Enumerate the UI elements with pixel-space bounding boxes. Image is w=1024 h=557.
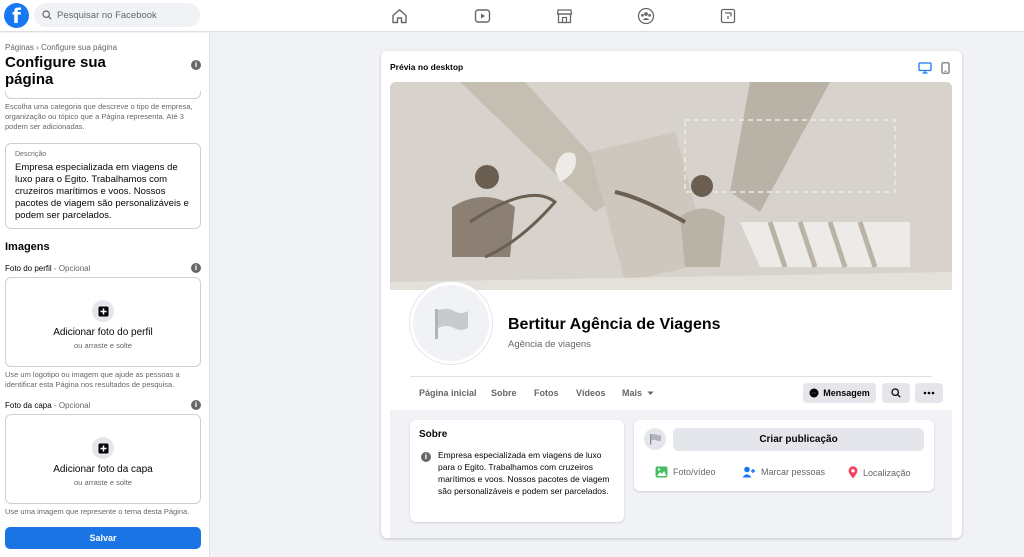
search-icon — [891, 388, 901, 398]
profile-photo-helper: Use um logotipo ou imagem que ajude as p… — [5, 370, 180, 389]
divider — [410, 376, 932, 377]
cover-illustration — [390, 82, 952, 290]
groups-icon[interactable] — [636, 6, 656, 26]
description-field[interactable]: Descrição Empresa especializada em viage… — [5, 143, 201, 229]
gaming-icon[interactable] — [718, 6, 738, 26]
category-input[interactable] — [5, 91, 201, 99]
search-box[interactable] — [34, 3, 200, 27]
desktop-preview: Prévia no desktop Bertitur Agência de Vi… — [381, 51, 962, 538]
preview-title: Prévia no desktop — [390, 62, 464, 72]
setup-panel: Páginas › Configure sua página Configure… — [0, 33, 210, 557]
flag-icon — [435, 308, 468, 339]
desktop-icon[interactable] — [918, 61, 932, 79]
create-post-card: Criar publicação Foto/vídeo Marcar pesso… — [634, 420, 934, 491]
message-button[interactable]: Mensagem — [803, 383, 876, 403]
profile-photo-label: Foto do perfil - Opcional — [5, 264, 91, 273]
drag-drop-hint: ou arraste e solte — [74, 341, 132, 350]
add-photo-icon — [92, 300, 114, 322]
add-profile-photo-button[interactable]: Adicionar foto do perfil ou arraste e so… — [5, 277, 201, 367]
info-icon: i — [421, 452, 431, 462]
mobile-icon[interactable] — [941, 61, 950, 79]
more-options-button[interactable] — [915, 383, 943, 403]
facebook-logo[interactable]: f — [4, 3, 29, 28]
search-icon — [42, 10, 52, 20]
photo-icon — [655, 466, 668, 478]
info-icon[interactable]: i — [191, 263, 201, 273]
message-label: Mensagem — [823, 388, 870, 398]
drag-drop-hint: ou arraste e solte — [74, 478, 132, 487]
cover-photo — [390, 82, 952, 290]
top-bar: f — [0, 0, 1024, 32]
about-text: Empresa especializada em viagens de luxo… — [438, 450, 610, 496]
more-dots-icon — [923, 391, 935, 395]
description-label: Descrição — [15, 151, 47, 158]
caret-down-icon — [647, 391, 654, 395]
add-cover-photo-label: Adicionar foto da capa — [53, 464, 153, 475]
location-pin-icon — [848, 466, 858, 479]
tab-more[interactable]: Mais — [622, 388, 654, 398]
page-avatar-small — [644, 428, 666, 450]
create-post-button[interactable]: Criar publicação — [673, 428, 924, 451]
add-profile-photo-label: Adicionar foto do perfil — [53, 327, 153, 338]
add-photo-icon — [92, 437, 114, 459]
tag-people-icon — [742, 466, 755, 478]
tag-people-action[interactable]: Marcar pessoas — [742, 466, 825, 478]
home-icon[interactable] — [389, 6, 409, 26]
tab-about[interactable]: Sobre — [491, 388, 517, 398]
about-title: Sobre — [419, 429, 448, 440]
cover-photo-helper: Use uma imagem que represente o tema des… — [5, 507, 190, 516]
page-header: Bertitur Agência de Viagens Agência de v… — [390, 282, 952, 410]
breadcrumb[interactable]: Páginas › Configure sua página — [5, 43, 117, 52]
page-feed: Sobre i Empresa especializada em viagens… — [390, 410, 952, 538]
save-button[interactable]: Salvar — [5, 527, 201, 549]
page-category: Agência de viagens — [508, 339, 591, 350]
images-heading: Imagens — [5, 241, 50, 253]
tab-videos[interactable]: Vídeos — [576, 388, 606, 398]
photo-video-action[interactable]: Foto/vídeo — [655, 466, 716, 478]
add-cover-photo-button[interactable]: Adicionar foto da capa ou arraste e solt… — [5, 414, 201, 504]
messenger-icon — [809, 388, 819, 398]
page-title: Configure sua página — [5, 54, 106, 88]
cover-photo-label: Foto da capa - Opcional — [5, 401, 91, 410]
search-input[interactable] — [57, 9, 197, 21]
info-icon[interactable]: i — [191, 400, 201, 410]
location-action[interactable]: Localização — [848, 466, 911, 479]
profile-avatar[interactable] — [410, 282, 492, 364]
about-card: Sobre i Empresa especializada em viagens… — [410, 420, 624, 522]
search-button[interactable] — [882, 383, 910, 403]
tab-home[interactable]: Página inicial — [419, 388, 477, 398]
watch-icon[interactable] — [472, 6, 492, 26]
info-icon[interactable]: i — [191, 60, 201, 70]
page-name: Bertitur Agência de Viagens — [508, 316, 721, 333]
tab-photos[interactable]: Fotos — [534, 388, 559, 398]
flag-icon — [649, 433, 661, 445]
marketplace-icon[interactable] — [554, 6, 574, 26]
description-value[interactable]: Empresa especializada em viagens de luxo… — [15, 162, 191, 222]
category-helper-text: Escolha uma categoria que descreve o tip… — [5, 102, 193, 131]
